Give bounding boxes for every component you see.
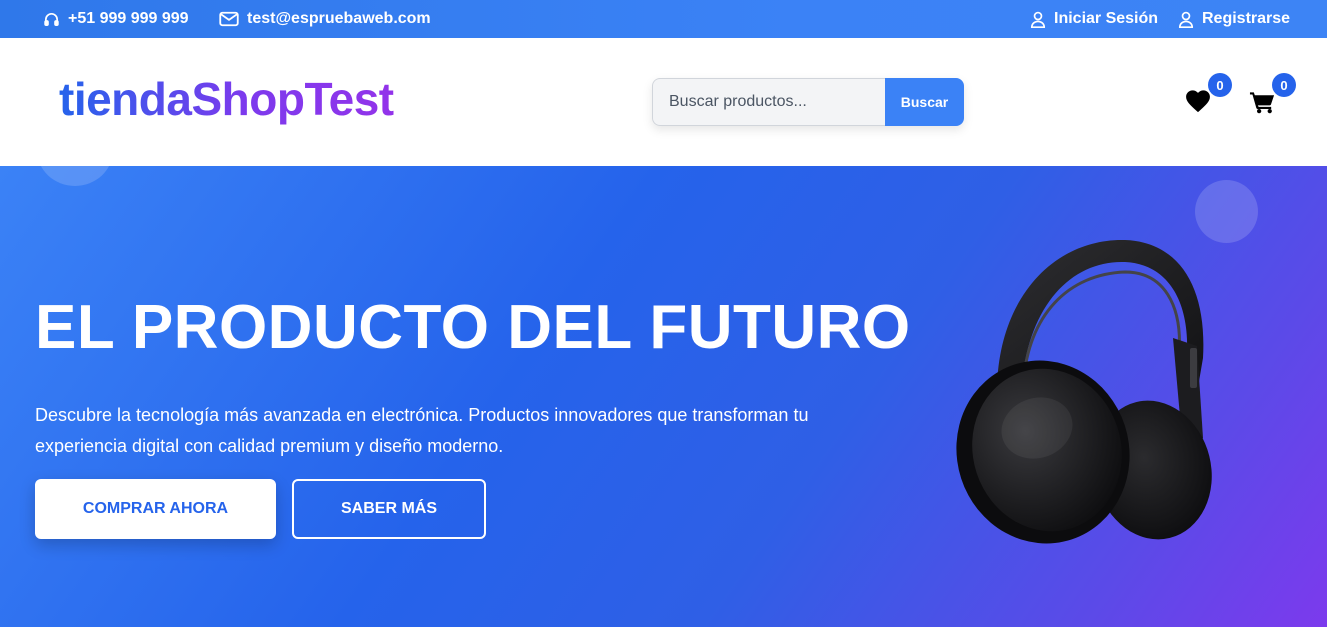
cart-button[interactable]: [1249, 90, 1276, 116]
cart-icon: [1249, 92, 1276, 118]
search-button[interactable]: Buscar: [885, 78, 964, 126]
hero-banner: EL PRODUCTO DEL FUTURO Descubre la tecno…: [0, 166, 1327, 627]
wishlist-button[interactable]: [1185, 89, 1211, 115]
wishlist-count-badge: 0: [1208, 73, 1232, 97]
learn-more-button[interactable]: SABER MÁS: [292, 479, 486, 539]
envelope-icon: [219, 11, 239, 27]
login-label: Iniciar Sesión: [1054, 10, 1159, 27]
register-label: Registrarse: [1202, 10, 1291, 27]
user-icon: [1030, 11, 1046, 28]
decorative-bubble: [37, 166, 113, 186]
headphones-image: [956, 239, 1212, 544]
header: tiendaShopTest Buscar 0 0: [0, 38, 1327, 166]
email-contact[interactable]: test@espruebaweb.com: [219, 0, 431, 38]
login-link[interactable]: Iniciar Sesión: [1030, 0, 1158, 38]
hero-title: EL PRODUCTO DEL FUTURO: [35, 293, 911, 362]
phone-number: +51 999 999 999: [68, 10, 189, 27]
logo[interactable]: tiendaShopTest: [59, 74, 394, 125]
phone-contact[interactable]: +51 999 999 999: [43, 0, 189, 38]
cart-count-badge: 0: [1272, 73, 1296, 97]
headset-icon: [43, 11, 60, 28]
top-bar: +51 999 999 999 test@espruebaweb.com Ini…: [0, 0, 1327, 38]
register-link[interactable]: Registrarse: [1178, 0, 1290, 38]
hero-description: Descubre la tecnología más avanzada en e…: [35, 405, 809, 456]
email-address: test@espruebaweb.com: [247, 10, 431, 27]
user-icon: [1178, 11, 1194, 28]
search-input[interactable]: [652, 78, 885, 126]
heart-icon: [1185, 90, 1211, 117]
search-bar: Buscar: [652, 78, 964, 126]
buy-now-button[interactable]: COMPRAR AHORA: [35, 479, 276, 539]
